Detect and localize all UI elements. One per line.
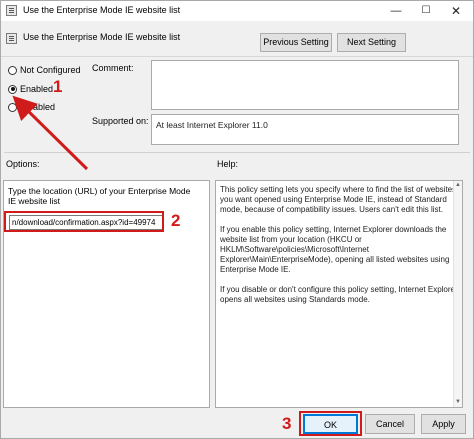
annotation-arrow-icon: [12, 95, 89, 171]
group-policy-window: Use the Enterprise Mode IE website list …: [0, 0, 474, 439]
